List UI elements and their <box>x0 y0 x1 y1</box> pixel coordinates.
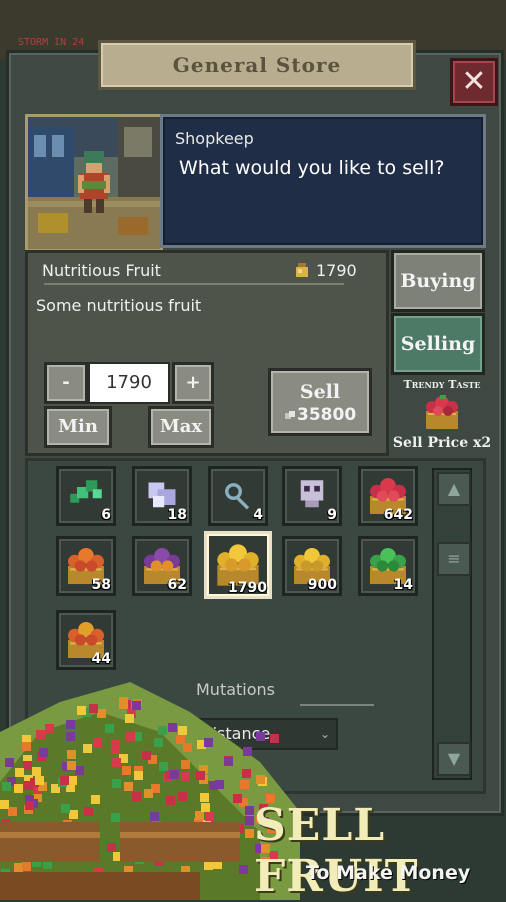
close-button[interactable]: ✕ <box>450 58 498 106</box>
inventory-slot[interactable]: 62 <box>132 536 192 596</box>
item-description: Some nutritious fruit <box>36 296 202 315</box>
storm-timer: STORM IN 24 <box>18 37 85 48</box>
promo-subtitle: To Make Money <box>306 862 471 884</box>
sell-button[interactable]: Sell 35800 <box>268 368 372 436</box>
inventory-slot[interactable]: 44 <box>56 610 116 670</box>
item-owned-count: 1790 <box>316 261 357 280</box>
increase-quantity-button[interactable]: + <box>172 362 214 404</box>
tab-buying[interactable]: Buying <box>391 250 485 312</box>
scroll-down-icon[interactable]: ▼ <box>437 742 471 776</box>
inventory-slot-count: 642 <box>383 507 413 523</box>
shopkeeper-portrait <box>25 114 163 252</box>
inventory-slot[interactable]: 1790 <box>204 531 272 599</box>
dialog-message: What would you like to sell? <box>179 157 445 179</box>
inventory-slot-count: 900 <box>307 577 337 593</box>
inventory-slot-count: 58 <box>91 577 111 593</box>
mutations-divider <box>300 704 374 706</box>
tab-selling[interactable]: Selling <box>391 313 485 375</box>
promo-title: SELL FRUIT <box>254 800 419 902</box>
inventory-slot[interactable]: 18 <box>132 466 192 526</box>
decrease-quantity-button[interactable]: - <box>44 362 88 404</box>
inventory-slot[interactable]: 6 <box>56 466 116 526</box>
trendy-taste-bonus: Trendy Taste Sell Price x2 <box>392 378 492 451</box>
inventory-scrollbar[interactable]: ▲ ≡ ▼ <box>432 468 472 780</box>
sell-price: 35800 <box>297 405 357 425</box>
inventory-slot[interactable]: 4 <box>208 466 268 526</box>
gold-pouch-icon <box>296 263 308 277</box>
coin-icon <box>285 411 295 419</box>
inventory-slot-count: 14 <box>393 577 413 593</box>
bonus-title: Trendy Taste <box>403 378 481 391</box>
chevron-down-icon: ⌄ <box>319 727 330 741</box>
inventory-slot-count: 9 <box>327 507 337 523</box>
inventory-slot[interactable]: 58 <box>56 536 116 596</box>
red-fruit-basket-icon <box>426 395 458 429</box>
bonus-text: Sell Price x2 <box>392 435 492 451</box>
inventory-slot-count: 6 <box>101 507 111 523</box>
shopkeeper-image <box>28 117 160 249</box>
inventory-slot-count: 44 <box>91 651 111 667</box>
store-title-banner: General Store <box>98 40 416 90</box>
max-quantity-button[interactable]: Max <box>148 406 214 448</box>
inventory-slot[interactable]: 642 <box>358 466 418 526</box>
inventory-slot[interactable]: 900 <box>282 536 342 596</box>
close-icon: ✕ <box>461 64 487 99</box>
sell-button-label: Sell <box>299 381 341 403</box>
inventory-slot[interactable]: 14 <box>358 536 418 596</box>
scroll-up-icon[interactable]: ▲ <box>437 472 471 506</box>
quantity-input[interactable]: 1790 <box>88 362 170 404</box>
item-name: Nutritious Fruit <box>42 261 161 280</box>
inventory-slot-count: 1790 <box>228 580 267 596</box>
min-quantity-button[interactable]: Min <box>44 406 112 448</box>
scroll-handle-icon[interactable]: ≡ <box>437 542 471 576</box>
dialog-speaker: Shopkeep <box>175 129 254 148</box>
inventory-slot-count: 4 <box>253 507 263 523</box>
inventory-slot-count: 18 <box>167 507 187 523</box>
inventory-slot-count: 62 <box>167 577 187 593</box>
dialog-box: Shopkeep What would you like to sell? <box>160 114 486 248</box>
store-title: General Store <box>172 53 342 77</box>
inventory-slot[interactable]: 9 <box>282 466 342 526</box>
divider <box>44 283 344 285</box>
